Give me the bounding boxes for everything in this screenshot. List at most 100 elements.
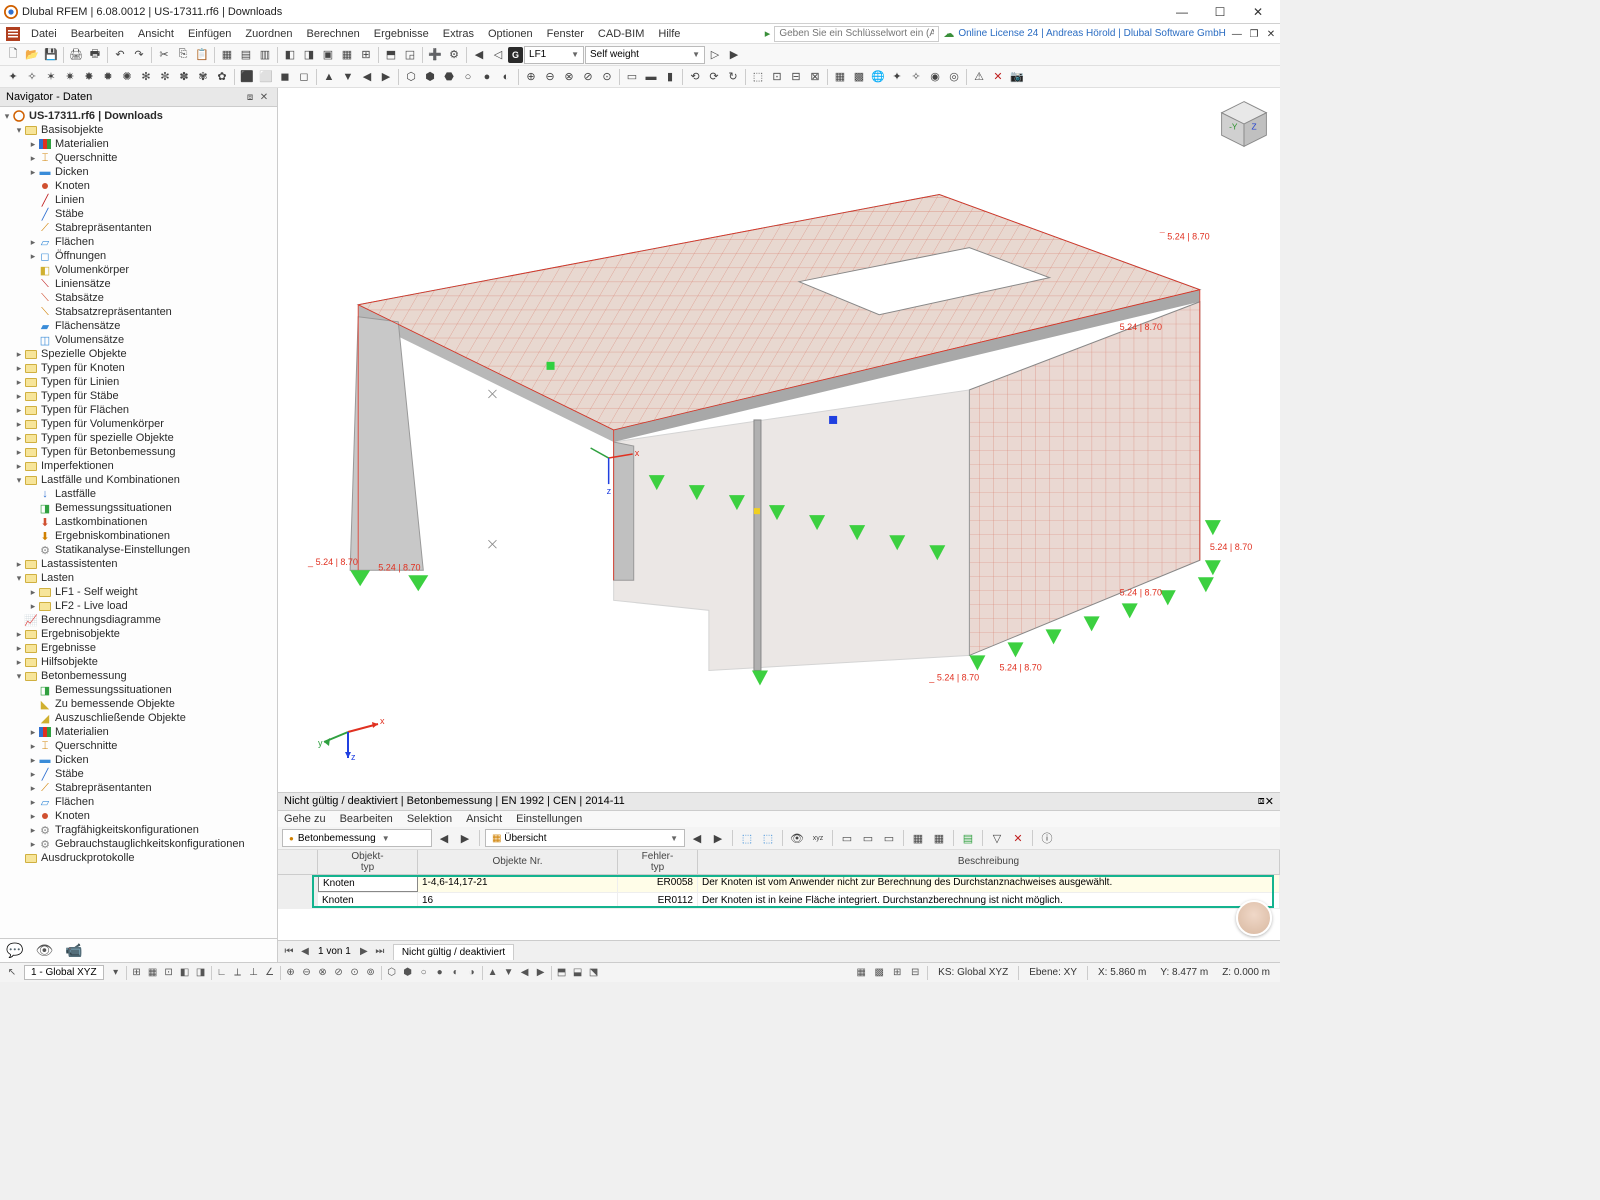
t2-ak[interactable]: ↻ (724, 68, 742, 86)
btn-e[interactable]: ◨ (300, 46, 318, 64)
bp-prev-icon[interactable]: ◀ (435, 829, 453, 847)
menu-ansicht[interactable]: Ansicht (131, 26, 181, 42)
menu-optionen[interactable]: Optionen (481, 26, 540, 42)
t2-i[interactable]: ✼ (156, 68, 174, 86)
bp-clear-icon[interactable]: ✕ (1009, 829, 1027, 847)
app-menu-icon[interactable] (6, 27, 20, 41)
ts-last-icon[interactable]: ⏭ (373, 946, 387, 957)
sb-k[interactable]: ⊖ (299, 965, 315, 981)
printer-icon[interactable]: 🖶 (86, 46, 104, 64)
tree-lastkomb[interactable]: ⬇Lastkombinationen (0, 515, 277, 529)
bp-xyz-icon[interactable]: xyz (809, 829, 827, 847)
mdi-close[interactable]: ✕ (1264, 29, 1278, 40)
tree-ausdr[interactable]: Ausdruckprotokolle (0, 851, 277, 865)
tree-typ-volumen[interactable]: ▸Typen für Volumenkörper (0, 417, 277, 431)
tree-spezielle[interactable]: ▸Spezielle Objekte (0, 347, 277, 361)
menu-bearbeiten[interactable]: Bearbeiten (64, 26, 131, 42)
bpm-gehezu[interactable]: Gehe zu (284, 813, 326, 825)
tree-lf1[interactable]: ▸LF1 - Self weight (0, 585, 277, 599)
menu-cad-bim[interactable]: CAD-BIM (591, 26, 651, 42)
bpm-einstellungen[interactable]: Einstellungen (516, 813, 582, 825)
bp-pin-icon[interactable]: ⧈ (1258, 795, 1265, 808)
sb-q[interactable]: ⬢ (400, 965, 416, 981)
t2-v[interactable]: ⬢ (421, 68, 439, 86)
nav-prev-icon[interactable]: ◁ (489, 46, 507, 64)
t2-av[interactable]: ⚠ (970, 68, 988, 86)
bp-grid-b-icon[interactable]: ▦ (930, 829, 948, 847)
tree-lastfaelle[interactable]: ▾Lastfälle und Kombinationen (0, 473, 277, 487)
mdi-restore[interactable]: ❐ (1247, 29, 1261, 40)
tree-stab2[interactable]: ▸╱Stäbe (0, 767, 277, 781)
sb-y[interactable]: ▶ (533, 965, 549, 981)
viewcube[interactable]: -Y Z (1216, 96, 1272, 152)
tree-materialien[interactable]: ▸Materialien (0, 137, 277, 151)
tree-auszu[interactable]: ◢Auszuschließende Objekte (0, 711, 277, 725)
tree-flaechen[interactable]: ▸▱Flächen (0, 235, 277, 249)
btn-a[interactable]: ▦ (218, 46, 236, 64)
t2-al[interactable]: ⬚ (749, 68, 767, 86)
sb-ac[interactable]: ▦ (853, 965, 869, 981)
menu-hilfe[interactable]: Hilfe (651, 26, 687, 42)
t2-at[interactable]: ◉ (926, 68, 944, 86)
t2-z[interactable]: ◐ (497, 68, 515, 86)
delete-x-icon[interactable]: ✕ (989, 68, 1007, 86)
tree-knoten[interactable]: Knoten (0, 179, 277, 193)
menu-berechnen[interactable]: Berechnen (300, 26, 367, 42)
t2-ad[interactable]: ⊘ (579, 68, 597, 86)
keyword-input[interactable] (774, 26, 939, 42)
t2-glb[interactable]: 🌐 (869, 68, 887, 86)
eye-icon[interactable]: 👁 (35, 942, 53, 959)
ts-prev-icon[interactable]: ◀ (298, 946, 312, 957)
loadcase-combo[interactable]: LF1▼ (524, 46, 584, 64)
bp-close-icon[interactable]: ✕ (1265, 795, 1274, 808)
btn-j[interactable]: ◲ (401, 46, 419, 64)
tree-tragf[interactable]: ▸⚙Tragfähigkeitskonfigurationen (0, 823, 277, 837)
sb-j[interactable]: ⊕ (283, 965, 299, 981)
t2-as[interactable]: ✧ (907, 68, 925, 86)
t2-au[interactable]: ◎ (945, 68, 963, 86)
sb-ae[interactable]: ⊞ (889, 965, 905, 981)
t2-s[interactable]: ◀ (358, 68, 376, 86)
tree-lastass[interactable]: ▸Lastassistenten (0, 557, 277, 571)
tree-stabrep[interactable]: ⟋Stabrepräsentanten (0, 221, 277, 235)
t2-m[interactable]: ⬛ (238, 68, 256, 86)
tree-dicken[interactable]: ▸▬Dicken (0, 165, 277, 179)
tree-stabrep2[interactable]: ▸⟋Stabrepräsentanten (0, 781, 277, 795)
undo-icon[interactable]: ↶ (111, 46, 129, 64)
tree-ergebnisse[interactable]: ▸Ergebnisse (0, 641, 277, 655)
bp-prev2-icon[interactable]: ◀ (688, 829, 706, 847)
t2-h[interactable]: ✻ (137, 68, 155, 86)
menu-datei[interactable]: Datei (24, 26, 64, 42)
bp-info-icon[interactable]: ⓘ (1038, 829, 1056, 847)
t2-t[interactable]: ▶ (377, 68, 395, 86)
t2-aq[interactable]: ▩ (850, 68, 868, 86)
ts-tab[interactable]: Nicht gültig / deaktiviert (393, 944, 514, 960)
tree-ergebobj[interactable]: ▸Ergebnisobjekte (0, 627, 277, 641)
sb-aa[interactable]: ⬓ (570, 965, 586, 981)
tree-zubem[interactable]: ◣Zu bemessende Objekte (0, 697, 277, 711)
tree-quer2[interactable]: ▸⌶Querschnitte (0, 739, 277, 753)
btn-h[interactable]: ⊞ (357, 46, 375, 64)
tree-lf2[interactable]: ▸LF2 - Live load (0, 599, 277, 613)
sb-i[interactable]: ∠ (262, 965, 278, 981)
comment-icon[interactable]: 💬 (6, 942, 23, 959)
t2-ab[interactable]: ⊖ (541, 68, 559, 86)
menu-zuordnen[interactable]: Zuordnen (238, 26, 299, 42)
sb-m[interactable]: ⊘ (331, 965, 347, 981)
tree-basis[interactable]: ▾Basisobjekte (0, 123, 277, 137)
new-icon[interactable]: 🗋 (4, 46, 22, 64)
tree-stabsrep[interactable]: ⟍Stabsatzrepräsentanten (0, 305, 277, 319)
sb-l[interactable]: ⊗ (315, 965, 331, 981)
t2-f[interactable]: ✹ (99, 68, 117, 86)
t2-q[interactable]: ▲ (320, 68, 338, 86)
t2-u[interactable]: ⬡ (402, 68, 420, 86)
paste-icon[interactable]: 📋 (193, 46, 211, 64)
t2-w[interactable]: ⬣ (440, 68, 458, 86)
save-icon[interactable]: 💾 (42, 46, 60, 64)
t2-o[interactable]: ◼ (276, 68, 294, 86)
tree-linien[interactable]: ╱Linien (0, 193, 277, 207)
t2-ar[interactable]: ✦ (888, 68, 906, 86)
minimize-button[interactable]: — (1164, 5, 1200, 19)
bp-combo-view[interactable]: ▦ Übersicht▼ (485, 829, 685, 847)
btn-c[interactable]: ▥ (256, 46, 274, 64)
